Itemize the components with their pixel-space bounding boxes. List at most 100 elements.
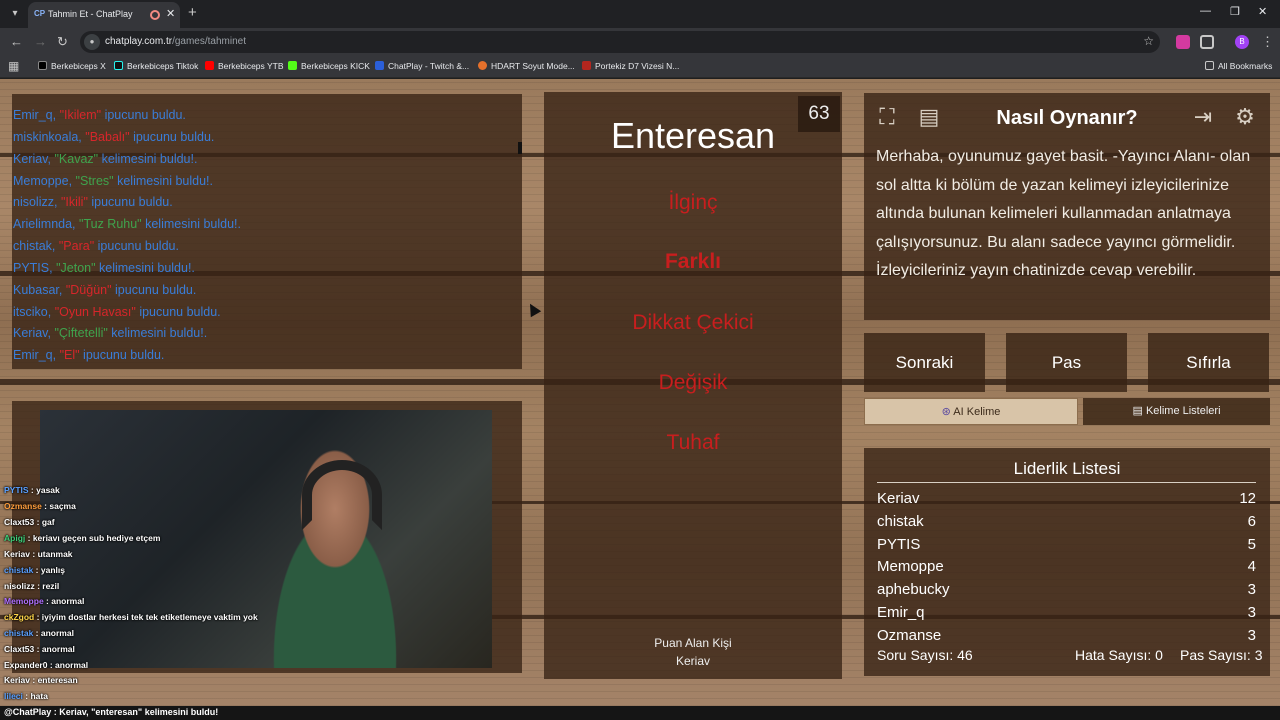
log-item: Keriav, "Kavaz" kelimesini buldu!. (13, 152, 198, 166)
chat-message: nisolizz : rezil (4, 581, 60, 591)
site-info-icon[interactable]: ● (84, 34, 100, 50)
all-bookmarks[interactable]: All Bookmarks (1205, 61, 1272, 71)
leaderboard-divider (877, 482, 1256, 483)
help-title: Nasıl Oynanır? (996, 107, 1138, 129)
chat-message: lileci : hata (4, 691, 48, 701)
score-label: Puan Alan Kişi (654, 636, 732, 650)
extensions-puzzle-icon[interactable] (1200, 35, 1214, 49)
chat-message: Claxt53 : anormal (4, 644, 75, 654)
bookmark-tiktok[interactable]: Berkebiceps Tiktok (114, 61, 198, 71)
log-item: chistak, "Para" ipucunu buldu. (13, 239, 179, 253)
reset-button[interactable]: Sıfırla (1148, 333, 1269, 392)
help-text: Merhaba, oyunumuz gayet basit. -Yayıncı … (876, 148, 1251, 279)
chat-message: Expander0 : anormal (4, 660, 89, 670)
bookmark-kick[interactable]: Berkebiceps KICK (288, 61, 370, 71)
hdart-icon (478, 61, 487, 70)
main-word: Enteresan (610, 115, 776, 156)
question-count: Soru Sayısı: 46 (877, 647, 973, 663)
address-bar[interactable]: ● chatplay.com.tr/games/tahminet ☆ (80, 31, 1160, 53)
chat-message: chistak : yanlış (4, 565, 65, 575)
leaderboard-row: Emir_q 3 (877, 604, 1256, 621)
new-tab-icon[interactable]: + (188, 4, 197, 21)
log-item: Memoppe, "Stres" kelimesini buldu!. (13, 174, 213, 188)
chatplay-icon (375, 61, 384, 70)
chat-message: Keriav : utanmak (4, 549, 73, 559)
taboo-word: Değişik (658, 371, 728, 394)
chat-message: chistak : anormal (4, 628, 74, 638)
log-item: Arielimnda, "Tuz Ruhu" kelimesini buldu!… (13, 217, 241, 231)
kick-icon (288, 61, 297, 70)
error-count: Hata Sayısı: 0 (1075, 647, 1163, 663)
chat-message: Claxt53 : gaf (4, 517, 55, 527)
pass-count: Pas Sayısı: 3 (1180, 647, 1263, 663)
bookmark-chatplay[interactable]: ChatPlay - Twitch &... (375, 61, 469, 71)
apps-grid-icon[interactable]: ▦ (8, 59, 19, 73)
window-close-icon[interactable]: ✕ (1258, 5, 1267, 18)
game-page: Emir_q, "Ikilem" ipucunu buldu. miskinko… (0, 79, 1280, 720)
chat-message: Memoppe : anormal (4, 596, 85, 606)
log-item: itsciko, "Oyun Havası" ipucunu buldu. (13, 305, 221, 319)
tab-search-icon[interactable]: ▾ (6, 5, 24, 23)
chat-message: PYTIS : yasak (4, 485, 60, 495)
chat-message: Apigj : keriavı geçen sub hediye etçem (4, 533, 161, 543)
word-lists-button[interactable]: ▤ Kelime Listeleri (1083, 398, 1270, 425)
bookmark-youtube[interactable]: Berkebiceps YTB (205, 61, 284, 71)
maximize-icon[interactable]: ❐ (1230, 5, 1240, 18)
score-player-name: Keriav (675, 654, 710, 668)
leaderboard-row: chistak 6 (877, 513, 1256, 530)
ai-word-button[interactable]: ⊛ AI Kelime (864, 398, 1078, 425)
chat-message: Ozmanse : saçma (4, 501, 76, 511)
taboo-word: Dikkat Çekici (632, 311, 754, 334)
leaderboard-row: Keriav 12 (877, 490, 1256, 507)
menu-kebab-icon[interactable]: ⋮ (1261, 34, 1274, 50)
x-icon (38, 61, 47, 70)
browser-tab[interactable]: CP Tahmin Et - ChatPlay ✕ (28, 2, 180, 28)
folder-icon (1205, 61, 1214, 70)
log-item: Emir_q, "El" ipucunu buldu. (13, 348, 165, 362)
taboo-word: Farklı (664, 250, 722, 273)
next-button[interactable]: Sonraki (864, 333, 985, 392)
chat-message: Keriav : enteresan (4, 675, 78, 685)
youtube-icon (205, 61, 214, 70)
extension-icon[interactable] (1176, 35, 1190, 49)
close-tab-icon[interactable]: ✕ (166, 7, 175, 20)
url-text: chatplay.com.tr/games/tahminet (105, 36, 246, 47)
bookmark-x[interactable]: Berkebiceps X (38, 61, 106, 71)
leaderboard-row: PYTIS 5 (877, 536, 1256, 553)
chat-status-bar: @ChatPlay : Keriav, "enteresan" kelimesi… (0, 706, 1280, 720)
log-item: miskinkoala, "Babalı" ipucunu buldu. (13, 130, 215, 144)
profile-avatar[interactable]: B (1235, 35, 1249, 49)
ai-icon: ⊛ (941, 406, 951, 418)
browser-tab-bar: ▾ CP Tahmin Et - ChatPlay ✕ + — ❐ ✕ (0, 0, 1280, 28)
back-icon[interactable]: ← (10, 34, 23, 49)
bookmarks-bar: ▦ Berkebiceps X Berkebiceps Tiktok Berke… (0, 56, 1280, 78)
log-scrollbar[interactable] (518, 142, 522, 154)
browser-nav-bar: ← → ↻ ● chatplay.com.tr/games/tahminet ☆… (0, 28, 1280, 56)
taboo-word: İlginç (668, 191, 718, 214)
list-icon: ▤ (1132, 405, 1143, 417)
leaderboard-title: Liderlik Listesi (1013, 459, 1121, 478)
forward-icon[interactable]: → (34, 34, 47, 49)
guess-log[interactable]: Emir_q, "Ikilem" ipucunu buldu. miskinko… (0, 79, 522, 369)
bookmark-hdart[interactable]: HDART Soyut Mode... (478, 61, 575, 71)
reload-icon[interactable]: ↻ (57, 34, 68, 50)
chat-message: ckZgod : iyiyim dostlar herkesi tek tek … (4, 612, 258, 622)
portekiz-icon (582, 61, 591, 70)
leaderboard-list[interactable]: Keriav 12 chistak 6 PYTIS 5 Memoppe 4 aphebu… (864, 490, 1270, 640)
bookmark-star-icon[interactable]: ☆ (1143, 34, 1154, 48)
headset-image (302, 460, 382, 530)
mouse-cursor-icon (524, 300, 542, 318)
minimize-icon[interactable]: — (1200, 5, 1211, 17)
chatplay-favicon-icon: CP (34, 9, 46, 18)
bookmark-portekiz[interactable]: Portekiz D7 Vizesi N... (582, 61, 679, 71)
log-item: PYTIS, "Jeton" kelimesini buldu!. (13, 261, 195, 275)
taboo-word: Tuhaf (666, 431, 720, 454)
pass-button[interactable]: Pas (1006, 333, 1127, 392)
leaderboard-row: Ozmanse 3 (877, 627, 1256, 640)
tab-title: Tahmin Et - ChatPlay (48, 9, 133, 19)
log-item: nisolizz, "Ikili" ipucunu buldu. (13, 195, 173, 209)
leaderboard-row: Memoppe 4 (877, 558, 1256, 575)
tiktok-icon (114, 61, 123, 70)
log-item: Keriav, "Çiftetelli" kelimesini buldu!. (13, 326, 208, 340)
log-item: Kubasar, "Düğün" ipucunu buldu. (13, 283, 197, 297)
